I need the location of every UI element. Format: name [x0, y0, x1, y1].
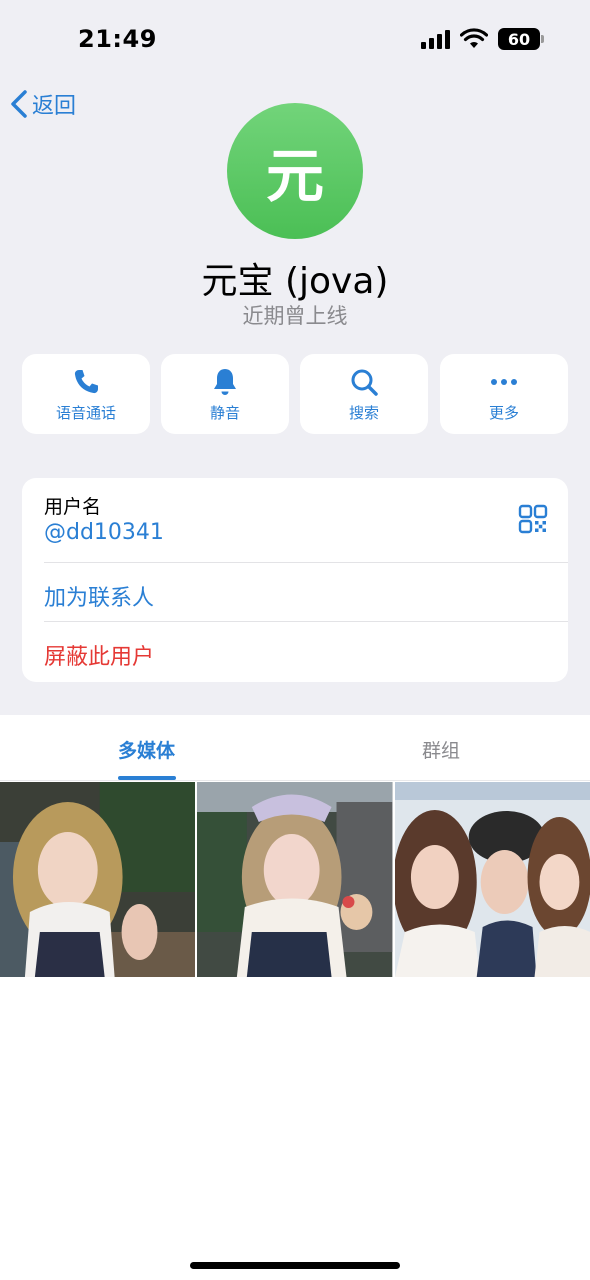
search-icon [351, 369, 378, 396]
media-thumbnail[interactable] [0, 782, 196, 977]
wifi-icon [460, 28, 488, 48]
action-label: 更多 [488, 403, 519, 422]
avatar-initial: 元 [265, 142, 324, 210]
action-label: 语音通话 [55, 403, 116, 422]
status-icons: 60 [421, 26, 544, 52]
username-label: 用户名 [44, 496, 102, 518]
status-time: 21:49 [78, 25, 157, 53]
more-button[interactable]: 更多 [440, 354, 568, 434]
search-button[interactable]: 搜索 [300, 354, 428, 434]
bell-icon [214, 368, 236, 395]
phone-icon [74, 369, 98, 393]
action-label: 搜索 [348, 403, 379, 422]
avatar[interactable]: 元 [227, 103, 363, 239]
qr-code-icon[interactable] [518, 504, 548, 534]
divider [44, 621, 568, 622]
back-button[interactable]: 返回 [10, 88, 76, 120]
voice-call-button[interactable]: 语音通话 [22, 354, 150, 434]
profile-status: 近期曾上线 [242, 304, 348, 328]
more-icon [491, 378, 517, 385]
photo-thumbnail-image [197, 782, 393, 977]
username-row[interactable]: 用户名 @dd10341 [22, 478, 568, 562]
cellular-signal-icon [421, 29, 450, 49]
mute-button[interactable]: 静音 [161, 354, 289, 434]
media-thumbnail[interactable] [197, 782, 393, 977]
tab-media[interactable]: 多媒体 [118, 736, 175, 763]
tab-divider [0, 780, 590, 781]
photo-thumbnail-image [0, 782, 196, 977]
media-thumbnail[interactable] [394, 782, 590, 977]
home-indicator [190, 1262, 400, 1269]
profile-name: 元宝 (jova) [201, 261, 389, 302]
info-card: 用户名 @dd10341 加为联系人 屏蔽此用户 [22, 478, 568, 682]
battery-level: 60 [507, 29, 531, 49]
tab-groups[interactable]: 群组 [422, 736, 460, 763]
back-label: 返回 [32, 94, 77, 119]
username-value[interactable]: @dd10341 [44, 520, 164, 545]
chevron-left-icon [11, 90, 27, 118]
divider [44, 562, 568, 563]
block-user-button[interactable]: 屏蔽此用户 [44, 639, 154, 671]
action-label: 静音 [209, 403, 240, 422]
photo-thumbnail-image [394, 782, 590, 977]
add-contact-button[interactable]: 加为联系人 [44, 580, 154, 612]
battery-icon: 60 [498, 28, 544, 50]
media-grid [0, 782, 590, 977]
